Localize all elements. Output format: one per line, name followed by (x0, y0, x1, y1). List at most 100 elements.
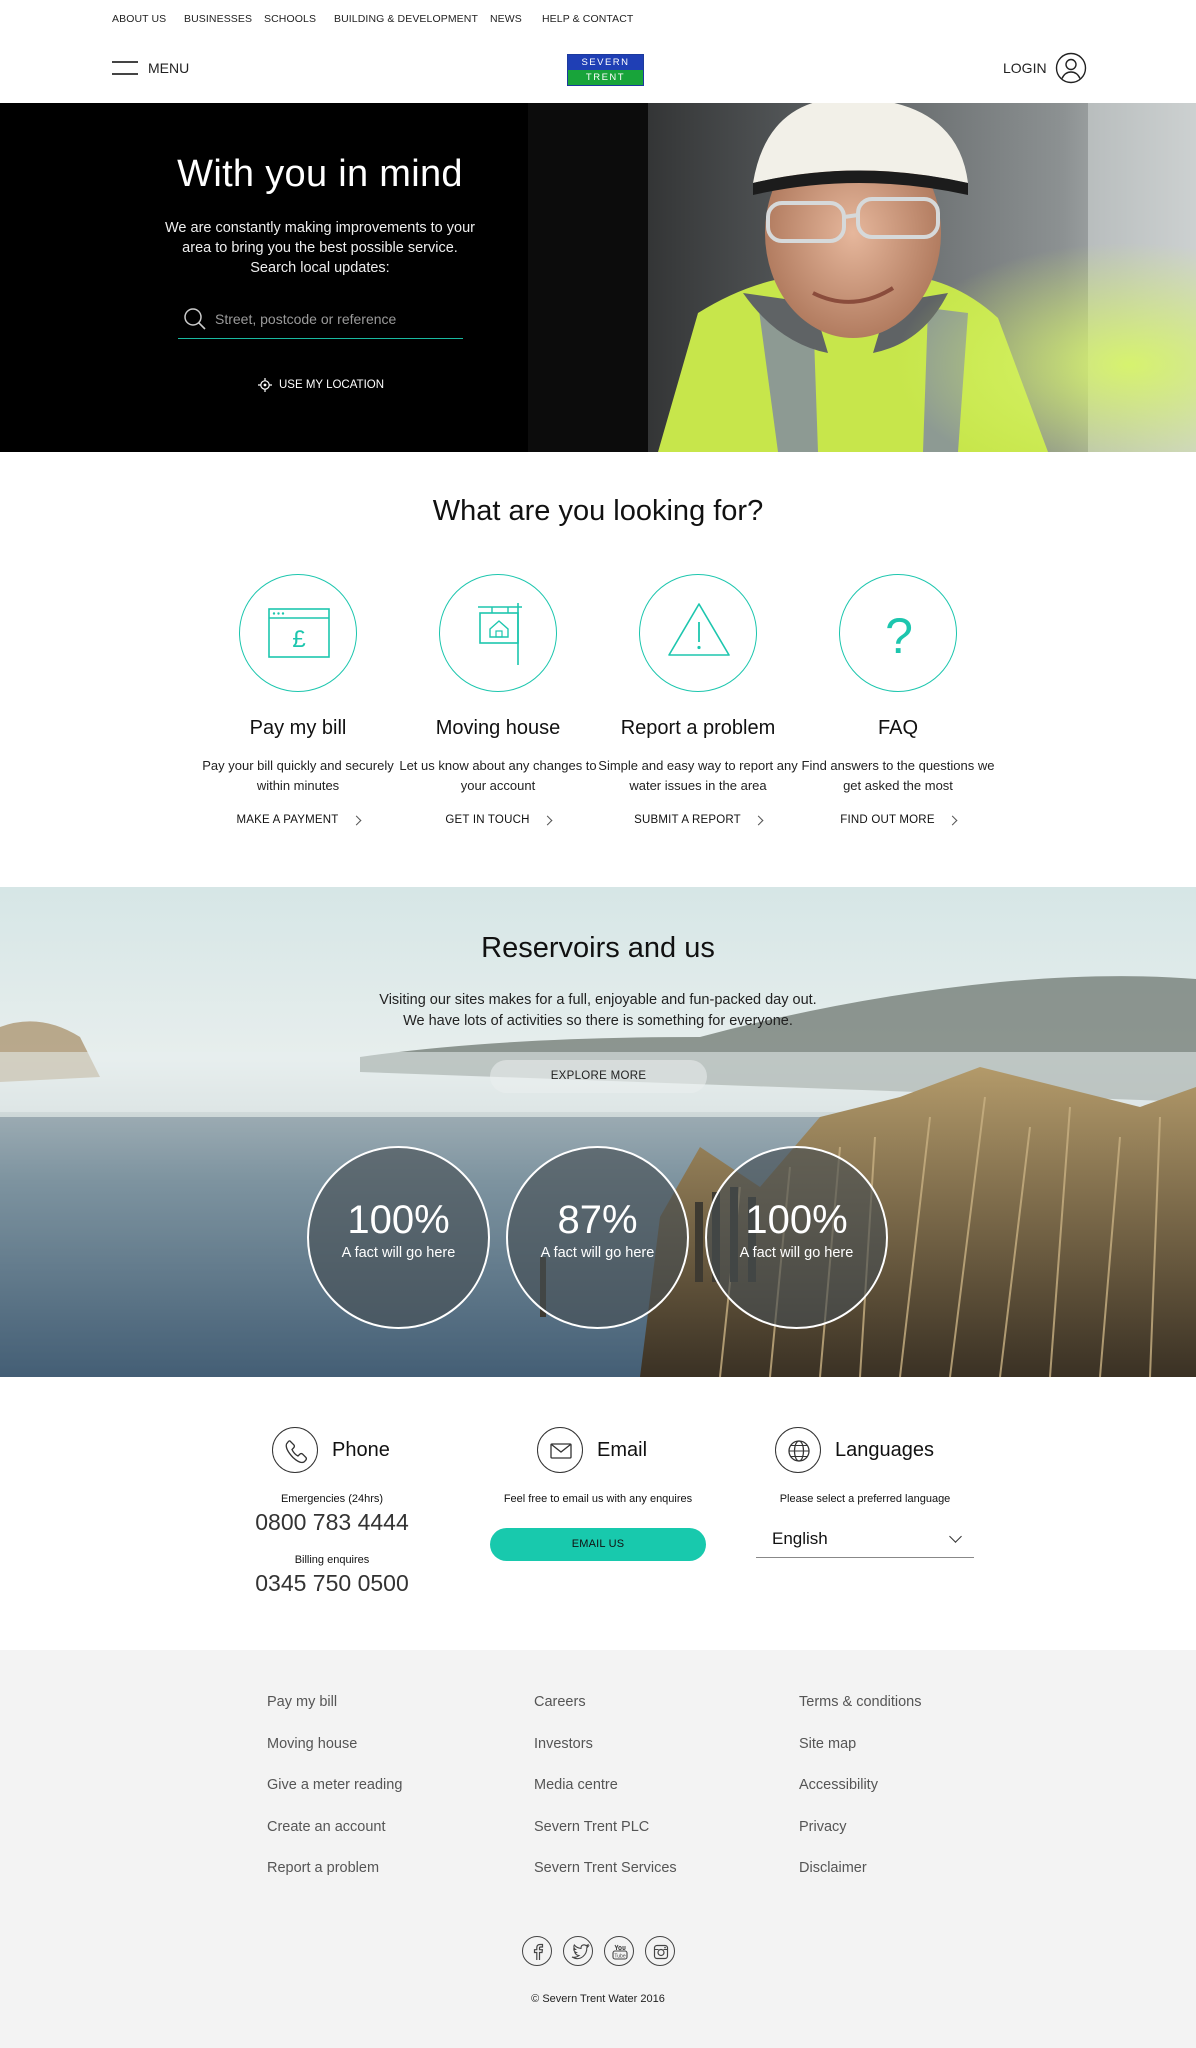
search-icon (184, 308, 206, 330)
emergencies-label: Emergencies (24hrs) (280, 1493, 384, 1505)
fact-label: A fact will go here (341, 1245, 456, 1261)
severn-trent-logo[interactable]: SEVERN TRENT (567, 54, 644, 86)
fact-value: 87% (557, 1198, 638, 1242)
footer-column-2: Careers Investors Media centre Severn Tr… (534, 1694, 677, 1902)
reservoirs-section: Reservoirs and us Visiting our sites mak… (0, 887, 1196, 1377)
search-field[interactable] (178, 302, 463, 339)
hero-title: With you in mind (177, 153, 463, 195)
footer-link-terms[interactable]: Terms & conditions (799, 1694, 922, 1736)
make-a-payment-link[interactable]: MAKE A PAYMENT (236, 814, 361, 826)
hero-worker-photo (528, 103, 1196, 452)
site-header: MENU SEVERN TRENT LOGIN (0, 38, 1196, 103)
contact-section: Phone Emergencies (24hrs) 0800 783 4444 … (0, 1377, 1196, 1650)
footer-link-media-centre[interactable]: Media centre (534, 1777, 677, 1819)
site-footer: Pay my bill Moving house Give a meter re… (0, 1650, 1196, 2048)
card-report-a-problem: Report a problem Simple and easy way to … (598, 574, 798, 828)
phone-heading: Phone (272, 1427, 412, 1473)
billing-number[interactable]: 0345 750 0500 (252, 1570, 412, 1597)
card-link-label: GET IN TOUCH (445, 814, 530, 826)
phone-column: Phone Emergencies (24hrs) 0800 783 4444 … (252, 1427, 412, 1597)
footer-link-investors[interactable]: Investors (534, 1736, 677, 1778)
phone-icon (272, 1427, 318, 1473)
footer-link-moving-house[interactable]: Moving house (267, 1736, 402, 1778)
hero-copy: With you in mind We are constantly makin… (150, 153, 490, 278)
reservoirs-title: Reservoirs and us (481, 932, 715, 964)
footer-link-report-problem[interactable]: Report a problem (267, 1860, 402, 1902)
topnav-link-help-contact[interactable]: HELP & CONTACT (542, 13, 633, 25)
footer-link-severn-trent-plc[interactable]: Severn Trent PLC (534, 1819, 677, 1861)
footer-link-careers[interactable]: Careers (534, 1694, 677, 1736)
chevron-right-icon (351, 815, 361, 825)
footer-link-severn-trent-services[interactable]: Severn Trent Services (534, 1860, 677, 1902)
card-title: Moving house (435, 717, 561, 739)
footer-link-site-map[interactable]: Site map (799, 1736, 922, 1778)
topnav-link-news[interactable]: NEWS (490, 13, 522, 25)
chevron-right-icon (542, 815, 553, 825)
topnav-link-businesses[interactable]: BUSINESSES (184, 13, 252, 25)
language-select[interactable]: English (756, 1520, 974, 1558)
card-title: Pay my bill (249, 717, 347, 739)
social-links: Tube (522, 1936, 675, 1966)
submit-a-report-link[interactable]: SUBMIT A REPORT (634, 814, 764, 826)
find-out-more-link[interactable]: FIND OUT MORE (840, 814, 958, 826)
topnav-link-building-development[interactable]: BUILDING & DEVELOPMENT (334, 13, 478, 25)
hero-banner: With you in mind We are constantly makin… (0, 103, 1196, 452)
topnav-link-schools[interactable]: SCHOOLS (264, 13, 316, 25)
email-text: Feel free to email us with any enquires (503, 1493, 693, 1505)
crosshair-icon (258, 378, 272, 392)
fact-circle: 100% A fact will go here (705, 1146, 888, 1329)
footer-link-accessibility[interactable]: Accessibility (799, 1777, 922, 1819)
footer-link-create-account[interactable]: Create an account (267, 1819, 402, 1861)
use-my-location-button[interactable]: USE MY LOCATION (258, 378, 384, 392)
svg-text:Tube: Tube (614, 1954, 625, 1960)
card-description: Find answers to the questions we get ask… (801, 758, 995, 793)
top-nav: ABOUT US BUSINESSES SCHOOLS BUILDING & D… (0, 0, 1196, 38)
instagram-icon[interactable] (645, 1936, 675, 1966)
email-title: Email (597, 1438, 648, 1461)
facebook-icon[interactable] (522, 1936, 552, 1966)
use-my-location-label: USE MY LOCATION (279, 379, 385, 391)
youtube-icon[interactable]: Tube (604, 1936, 634, 1966)
fact-circle: 100% A fact will go here (307, 1146, 490, 1329)
login-button[interactable]: LOGIN (1003, 52, 1087, 84)
fact-label: A fact will go here (540, 1245, 655, 1261)
bill-icon[interactable]: £ (239, 574, 357, 692)
menu-label: MENU (148, 60, 190, 76)
email-heading: Email (537, 1427, 706, 1473)
get-in-touch-link[interactable]: GET IN TOUCH (445, 814, 553, 826)
chevron-right-icon (753, 815, 764, 825)
reservoirs-text-line-1: Visiting our sites makes for a full, enj… (379, 992, 817, 1008)
question-icon[interactable]: ? (839, 574, 957, 692)
card-title: Report a problem (620, 717, 776, 739)
emergency-number[interactable]: 0800 783 4444 (252, 1509, 412, 1536)
explore-more-button[interactable]: EXPLORE MORE (490, 1060, 707, 1093)
card-description: Simple and easy way to report any water … (598, 758, 798, 793)
email-us-button[interactable]: EMAIL US (490, 1528, 706, 1561)
card-description: Let us know about any changes to your ac… (399, 758, 597, 793)
house-sign-icon[interactable] (439, 574, 557, 692)
looking-for-title: What are you looking for? (432, 495, 764, 527)
svg-text:£: £ (292, 626, 305, 653)
menu-button[interactable]: MENU (112, 60, 189, 76)
twitter-icon[interactable] (563, 1936, 593, 1966)
fact-value: 100% (347, 1198, 450, 1242)
chevron-down-icon (949, 1530, 962, 1543)
footer-column-1: Pay my bill Moving house Give a meter re… (267, 1694, 402, 1902)
footer-link-pay-my-bill[interactable]: Pay my bill (267, 1694, 402, 1736)
footer-link-meter-reading[interactable]: Give a meter reading (267, 1777, 402, 1819)
fact-value: 100% (745, 1198, 848, 1242)
footer-link-privacy[interactable]: Privacy (799, 1819, 922, 1861)
card-title: FAQ (877, 717, 918, 739)
search-input[interactable] (215, 308, 455, 330)
language-select-value: English (772, 1529, 828, 1548)
languages-title: Languages (835, 1438, 934, 1461)
envelope-icon (537, 1427, 583, 1473)
footer-column-3: Terms & conditions Site map Accessibilit… (799, 1694, 922, 1902)
fact-label: A fact will go here (739, 1245, 854, 1261)
card-moving-house: Moving house Let us know about any chang… (398, 574, 598, 828)
globe-icon (775, 1427, 821, 1473)
footer-link-disclaimer[interactable]: Disclaimer (799, 1860, 922, 1902)
chevron-right-icon (947, 815, 958, 825)
topnav-link-about-us[interactable]: ABOUT US (112, 13, 166, 25)
warning-icon[interactable] (639, 574, 757, 692)
